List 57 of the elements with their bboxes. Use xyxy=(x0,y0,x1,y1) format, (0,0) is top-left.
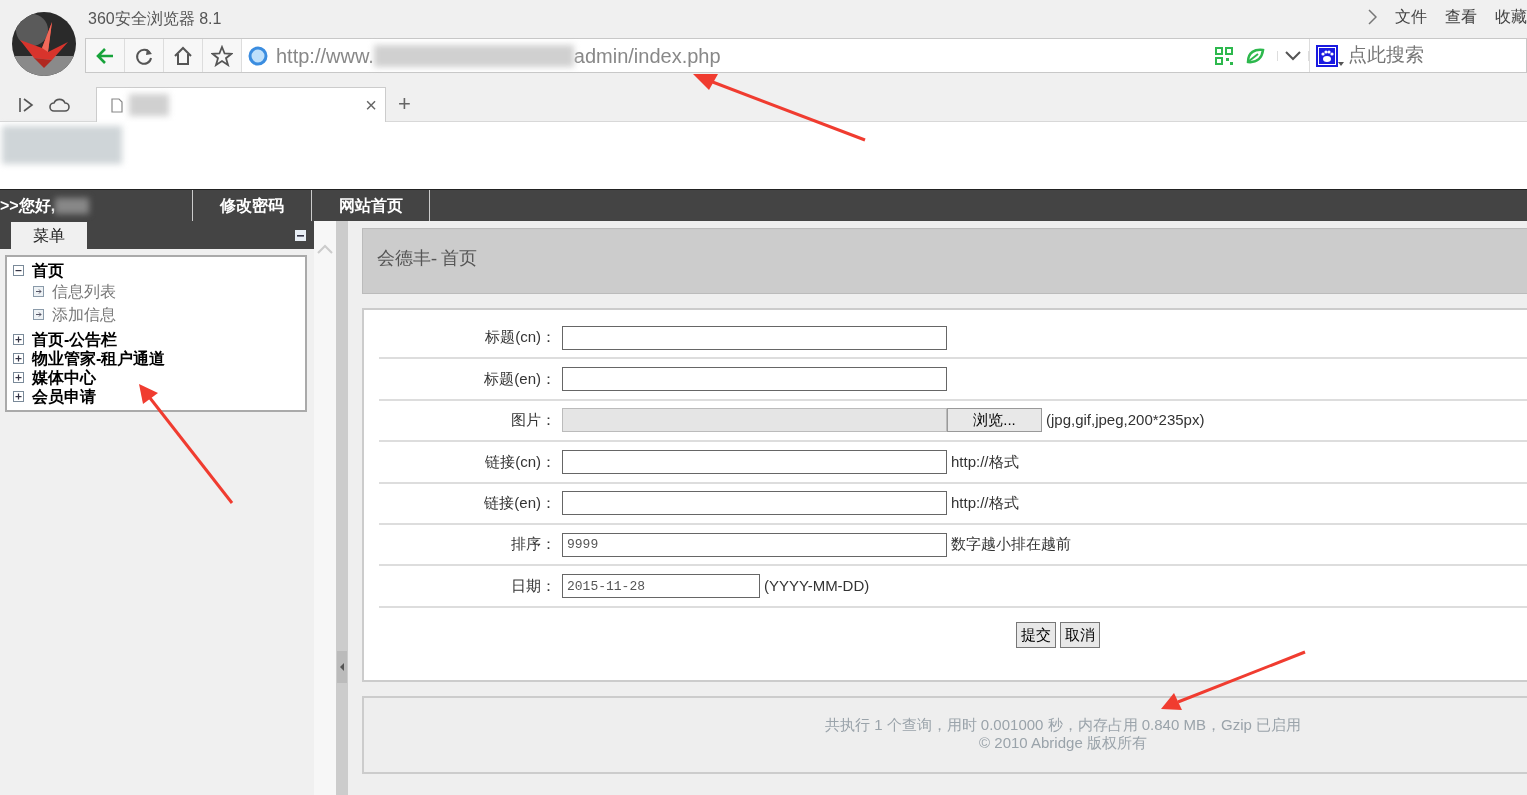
browser-tab[interactable]: × xyxy=(96,87,386,122)
input-field[interactable] xyxy=(562,325,947,350)
tree-item[interactable]: 会员申请 xyxy=(32,387,96,406)
field-hint: (YYYY-MM-DD) xyxy=(764,575,870,596)
expand-icon[interactable] xyxy=(13,334,24,345)
input-field[interactable] xyxy=(562,491,947,516)
field-hint: (jpg,gif,jpeg,200*235px) xyxy=(1046,410,1205,431)
blurred-area xyxy=(55,197,90,214)
tree-item[interactable]: 添加信息 xyxy=(52,303,116,326)
input-field[interactable] xyxy=(562,367,947,392)
cloud-icon[interactable] xyxy=(48,96,70,113)
submit-button[interactable]: 提交 xyxy=(1016,621,1056,649)
nav-link[interactable]: 网站首页 xyxy=(338,193,403,218)
field-label: 排序： xyxy=(510,534,557,555)
tree-item[interactable]: 首页-公告栏 xyxy=(32,330,118,349)
menu-item[interactable]: 文件 xyxy=(1395,5,1427,29)
input-field[interactable]: 9999 xyxy=(562,532,947,557)
field-hint: http://格式 xyxy=(951,451,1019,472)
date-field[interactable]: 2015-11-28 xyxy=(562,574,760,599)
page-icon xyxy=(111,97,123,113)
field-hint: 数字越小排在越前 xyxy=(951,534,1071,555)
input-field[interactable] xyxy=(562,449,947,474)
window-title: 360安全浏览器 8.1 xyxy=(88,9,222,29)
field-label: 链接(cn)： xyxy=(484,451,557,472)
nav-link[interactable]: 修改密码 xyxy=(220,193,284,218)
close-tab-button[interactable]: × xyxy=(365,90,377,120)
collapse-icon[interactable] xyxy=(13,265,24,276)
greeting-text: >>您好, xyxy=(0,195,56,216)
expand-icon[interactable] xyxy=(13,391,24,402)
field-label: 图片： xyxy=(510,410,557,431)
menu-item[interactable]: 收藏 xyxy=(1495,5,1527,29)
expand-icon[interactable] xyxy=(13,372,24,383)
chevron-right-icon[interactable] xyxy=(1368,9,1377,25)
tree-item[interactable]: 信息列表 xyxy=(52,280,116,303)
field-label: 标题(cn)： xyxy=(484,327,557,348)
page-title: 会德丰- 首页 xyxy=(362,228,1527,294)
arrow-box-icon xyxy=(33,309,44,320)
browse-button[interactable]: 浏览... xyxy=(947,408,1042,433)
menu-tab[interactable]: 菜单 xyxy=(11,222,87,249)
cancel-button[interactable]: 取消 xyxy=(1060,621,1100,649)
field-hint: http://格式 xyxy=(951,493,1019,513)
field-label: 日期： xyxy=(510,575,557,596)
expand-icon[interactable] xyxy=(13,353,24,364)
footer-text: 共执行 1 个查询，用时 0.001000 秒，内存占用 0.840 MB，Gzip 已启用 xyxy=(824,716,1302,734)
sidebar-toggle-icon[interactable] xyxy=(18,96,34,113)
arrow-box-icon xyxy=(33,286,44,297)
menu-item[interactable]: 查看 xyxy=(1445,5,1477,29)
field-label: 标题(en)： xyxy=(483,368,557,389)
file-field[interactable] xyxy=(562,408,947,433)
new-tab-button[interactable]: + xyxy=(398,87,411,120)
field-label: 链接(en)： xyxy=(483,493,557,513)
collapse-icon[interactable] xyxy=(295,230,306,241)
tree-item[interactable]: 物业管家-租户通道 xyxy=(32,349,166,368)
tree-item[interactable]: 媒体中心 xyxy=(32,368,96,387)
footer-text: © 2010 Abridge 版权所有 xyxy=(978,734,1148,752)
tree-item[interactable]: 首页 xyxy=(32,261,64,280)
blurred-area xyxy=(129,94,169,116)
